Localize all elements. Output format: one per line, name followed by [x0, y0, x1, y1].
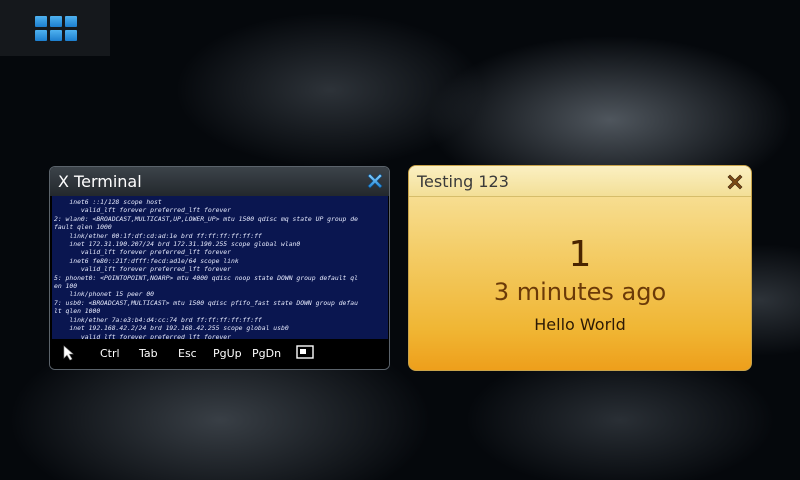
x-terminal-window[interactable]: X Terminal inet6 ::1/128 scope host vali… [49, 166, 390, 370]
pgdn-key[interactable]: PgDn [252, 347, 281, 360]
terminal-output: inet6 ::1/128 scope host valid_lft forev… [54, 198, 358, 340]
time-ago: 3 minutes ago [493, 278, 667, 306]
close-icon[interactable] [725, 172, 745, 192]
esc-key[interactable]: Esc [178, 347, 197, 360]
window-icon[interactable] [296, 345, 314, 359]
widget-header: Testing 123 [409, 166, 751, 197]
grid-icon [35, 16, 77, 42]
count-value: 1 [568, 234, 592, 275]
tab-key[interactable]: Tab [139, 347, 158, 360]
pgup-key[interactable]: PgUp [213, 347, 242, 360]
widget-title: Testing 123 [417, 172, 509, 191]
terminal-title: X Terminal [58, 172, 142, 191]
terminal-screen[interactable]: inet6 ::1/128 scope host valid_lft forev… [52, 196, 388, 340]
launcher-button[interactable] [0, 0, 110, 56]
testing-widget[interactable]: Testing 123 1 3 minutes ago Hello World [408, 165, 752, 371]
terminal-header: X Terminal [50, 167, 389, 196]
pointer-arrow-icon[interactable] [62, 345, 78, 361]
message-text: Hello World [534, 315, 626, 334]
close-icon[interactable] [365, 171, 385, 191]
terminal-toolbar: Ctrl Tab Esc PgUp PgDn [50, 339, 389, 369]
ctrl-key[interactable]: Ctrl [100, 347, 120, 360]
